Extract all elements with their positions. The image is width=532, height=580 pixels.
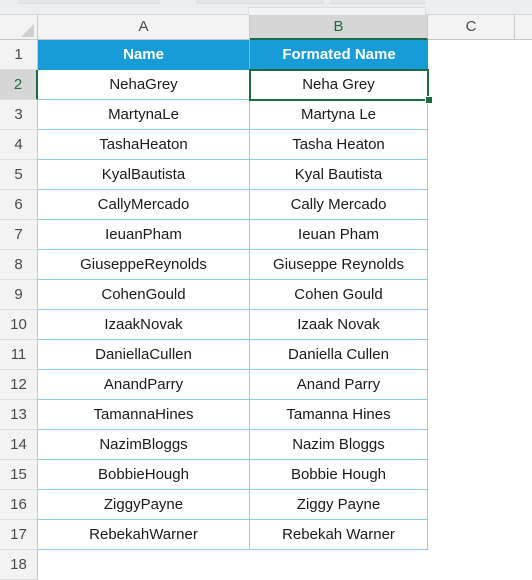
cell-a16-name[interactable]: ZiggyPayne (38, 490, 250, 520)
cell-b4-formated-name[interactable]: Tasha Heaton (250, 130, 428, 160)
cell-b5-formated-name[interactable]: Kyal Bautista (250, 160, 428, 190)
column-headers: ABC (38, 15, 532, 40)
cell-b2-formated-name[interactable]: Neha Grey (250, 70, 428, 100)
cell-b13-formated-name[interactable]: Tamanna Hines (250, 400, 428, 430)
cell-b8-formated-name[interactable]: Giuseppe Reynolds (250, 250, 428, 280)
row-header-11[interactable]: 11 (0, 340, 37, 370)
cell-b16-formated-name[interactable]: Ziggy Payne (250, 490, 428, 520)
column-header-a[interactable]: A (38, 15, 250, 39)
row-header-1[interactable]: 1 (0, 40, 37, 70)
cell-a11-name[interactable]: DaniellaCullen (38, 340, 250, 370)
row-header-5[interactable]: 5 (0, 160, 37, 190)
row-header-9[interactable]: 9 (0, 280, 37, 310)
row-header-16[interactable]: 16 (0, 490, 37, 520)
cell-a6-name[interactable]: CallyMercado (38, 190, 250, 220)
column-header-c[interactable]: C (428, 15, 515, 39)
ribbon-bottom-sliver (0, 0, 532, 15)
row-header-17[interactable]: 17 (0, 520, 37, 550)
worksheet-grid: ABC 1 2 3 4 5 6 7 8 9 10 11 12 13 14 15 16 17 18 Name Form… (0, 15, 532, 580)
cell-a10-name[interactable]: IzaakNovak (38, 310, 250, 340)
fill-handle[interactable] (425, 96, 433, 104)
cell-b6-formated-name[interactable]: Cally Mercado (250, 190, 428, 220)
select-all-button[interactable] (0, 15, 38, 40)
cell-a14-name[interactable]: NazimBloggs (38, 430, 250, 460)
row-header-3[interactable]: 3 (0, 100, 37, 130)
cell-b7-formated-name[interactable]: Ieuan Pham (250, 220, 428, 250)
cells-layer: Name Formated Name NehaGrey Neha Grey Martyn… (38, 40, 532, 580)
cell-b17-formated-name[interactable]: Rebekah Warner (250, 520, 428, 550)
cell-a5-name[interactable]: KyalBautista (38, 160, 250, 190)
cell-b14-formated-name[interactable]: Nazim Bloggs (250, 430, 428, 460)
cell-a9-name[interactable]: CohenGould (38, 280, 250, 310)
row-header-8[interactable]: 8 (0, 250, 37, 280)
row-header-12[interactable]: 12 (0, 370, 37, 400)
row-headers: 1 2 3 4 5 6 7 8 9 10 11 12 13 14 15 16 17 18 (0, 40, 38, 580)
cell-a4-name[interactable]: TashaHeaton (38, 130, 250, 160)
row-header-18[interactable]: 18 (0, 550, 37, 580)
cell-b3-formated-name[interactable]: Martyna Le (250, 100, 428, 130)
row-header-6[interactable]: 6 (0, 190, 37, 220)
cell-b12-formated-name[interactable]: Anand Parry (250, 370, 428, 400)
cell-a1-name-header[interactable]: Name (38, 40, 250, 70)
row-header-13[interactable]: 13 (0, 400, 37, 430)
row-header-7[interactable]: 7 (0, 220, 37, 250)
row-header-10[interactable]: 10 (0, 310, 37, 340)
row-header-14[interactable]: 14 (0, 430, 37, 460)
cell-b10-formated-name[interactable]: Izaak Novak (250, 310, 428, 340)
cell-a15-name[interactable]: BobbieHough (38, 460, 250, 490)
cell-a17-name[interactable]: RebekahWarner (38, 520, 250, 550)
cell-a7-name[interactable]: IeuanPham (38, 220, 250, 250)
row-header-4[interactable]: 4 (0, 130, 37, 160)
cell-a2-name[interactable]: NehaGrey (38, 70, 250, 100)
ribbon-group-3 (330, 0, 426, 4)
cell-a12-name[interactable]: AnandParry (38, 370, 250, 400)
formula-bar-sliver (248, 7, 426, 15)
row-header-15[interactable]: 15 (0, 460, 37, 490)
cell-a8-name[interactable]: GiuseppeReynolds (38, 250, 250, 280)
cell-b1-formated-name-header[interactable]: Formated Name (250, 40, 428, 70)
select-all-triangle-icon (21, 24, 34, 37)
cell-a3-name[interactable]: MartynaLe (38, 100, 250, 130)
cell-b15-formated-name[interactable]: Bobbie Hough (250, 460, 428, 490)
cell-a13-name[interactable]: TamannaHines (38, 400, 250, 430)
cell-b11-formated-name[interactable]: Daniella Cullen (250, 340, 428, 370)
spreadsheet-app: ABC 1 2 3 4 5 6 7 8 9 10 11 12 13 14 15 16 17 18 Name Form… (0, 0, 532, 580)
cell-b9-formated-name[interactable]: Cohen Gould (250, 280, 428, 310)
ribbon-group-1 (18, 0, 160, 4)
ribbon-group-2 (196, 0, 324, 4)
row-header-2[interactable]: 2 (0, 70, 38, 100)
column-header-b[interactable]: B (250, 15, 428, 40)
